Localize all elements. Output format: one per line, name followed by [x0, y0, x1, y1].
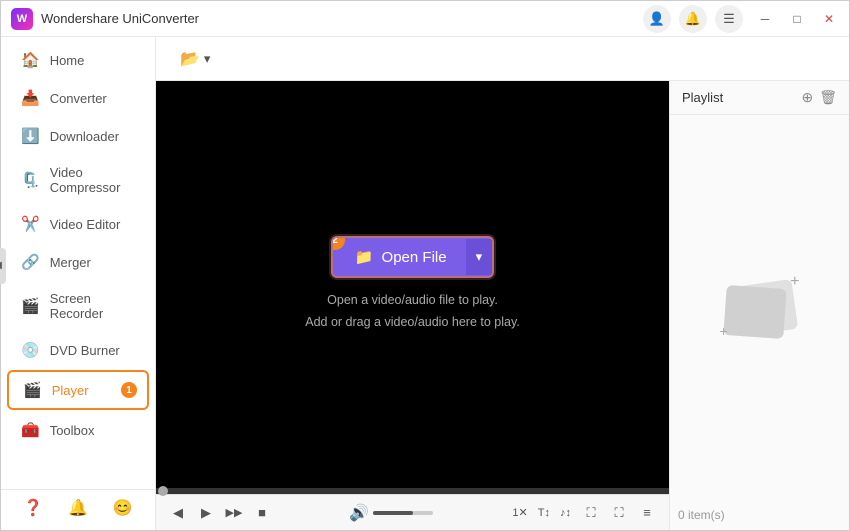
sidebar-item-merger[interactable]: 🔗 Merger [7, 244, 149, 280]
sidebar-item-home-label: Home [50, 53, 85, 68]
sidebar-item-home[interactable]: 🏠 Home [7, 42, 149, 78]
sidebar-item-merger-label: Merger [50, 255, 91, 270]
playlist-title: Playlist [682, 90, 723, 105]
plus-top-icon: + [790, 273, 799, 291]
merger-icon: 🔗 [21, 253, 40, 271]
open-file-button[interactable]: 2 📁 Open File ▾ [331, 236, 494, 278]
notification-icon[interactable]: 🔔 [68, 498, 88, 518]
open-file-dropdown[interactable]: ▾ [465, 239, 493, 275]
rewind-button[interactable]: ◀ [166, 501, 190, 525]
plus-bottom-icon: + [720, 323, 728, 339]
app-title: Wondershare UniConverter [41, 11, 643, 26]
playlist-add-icon[interactable]: ⊕ [801, 89, 813, 106]
maximize-button[interactable]: □ [787, 9, 807, 29]
minimize-button[interactable]: ─ [755, 9, 775, 29]
menu-icon[interactable]: ☰ [715, 5, 743, 33]
sidebar-item-screen-recorder[interactable]: 🎬 Screen Recorder [7, 282, 149, 330]
playlist-empty: + + [670, 115, 849, 500]
playlist-count: 0 item(s) [670, 500, 849, 530]
progress-thumb [158, 486, 168, 496]
playlist-delete-icon[interactable]: 🗑 [819, 89, 837, 106]
controls-bar: ◀ ▶ ▶▶ ■ 🔊 1✕ [156, 494, 669, 530]
right-panel: 📂 ▾ 2 📁 Open File [156, 37, 849, 530]
sidebar-item-toolbox-label: Toolbox [50, 423, 95, 438]
progress-bar[interactable] [156, 488, 669, 494]
open-file-main: 📁 Open File [333, 238, 465, 276]
volume-area: 🔊 [349, 503, 433, 523]
sidebar-item-converter-label: Converter [50, 91, 107, 106]
more-options-button[interactable]: ≡ [635, 501, 659, 525]
titlebar: W Wondershare UniConverter 👤 🔔 ☰ ─ □ ✕ [1, 1, 849, 37]
video-panel: 2 📁 Open File ▾ Open a video/audio file … [156, 81, 669, 530]
sidebar-item-compressor-label: Video Compressor [50, 165, 135, 195]
sidebar-item-video-compressor[interactable]: 🗜️ Video Compressor [7, 156, 149, 204]
player-area: 2 📁 Open File ▾ Open a video/audio file … [156, 81, 849, 530]
sidebar: 🏠 Home 📥 Converter ⬇️ Downloader 🗜️ Vide… [1, 37, 156, 530]
sidebar-bottom: ❓ 🔔 😊 [1, 489, 155, 526]
close-button[interactable]: ✕ [819, 9, 839, 29]
app-window: W Wondershare UniConverter 👤 🔔 ☰ ─ □ ✕ 🏠… [0, 0, 850, 531]
track-control[interactable]: T↕ [534, 505, 554, 521]
volume-icon[interactable]: 🔊 [349, 503, 369, 523]
hint-line1: Open a video/audio file to play. [305, 290, 520, 311]
playlist-panel: ◀ Playlist ⊕ 🗑 + + [669, 81, 849, 530]
sidebar-item-dvd-burner[interactable]: 💿 DVD Burner [7, 332, 149, 368]
downloader-icon: ⬇️ [21, 127, 40, 145]
hint-line2: Add or drag a video/audio here to play. [305, 312, 520, 333]
user-icon[interactable]: 👤 [643, 5, 671, 33]
sidebar-item-recorder-label: Screen Recorder [50, 291, 135, 321]
dvd-icon: 💿 [21, 341, 40, 359]
volume-slider[interactable] [373, 511, 433, 515]
stop-button[interactable]: ■ [250, 501, 274, 525]
titlebar-icon-group: 👤 🔔 ☰ ─ □ ✕ [643, 5, 839, 33]
recorder-icon: 🎬 [21, 297, 40, 315]
add-files-icon: 📂 [180, 49, 200, 69]
sidebar-item-player-label: Player [52, 383, 89, 398]
app-logo: W [11, 8, 33, 30]
add-files-button[interactable]: 📂 ▾ [170, 44, 220, 74]
folder-icon: 📁 [355, 248, 374, 266]
sidebar-item-editor-label: Video Editor [50, 217, 121, 232]
main-content: 🏠 Home 📥 Converter ⬇️ Downloader 🗜️ Vide… [1, 37, 849, 530]
converter-icon: 📥 [21, 89, 40, 107]
add-files-arrow: ▾ [204, 51, 211, 67]
home-icon: 🏠 [21, 51, 40, 69]
bell-icon[interactable]: 🔔 [679, 5, 707, 33]
sidebar-item-dvd-label: DVD Burner [50, 343, 120, 358]
sidebar-item-converter[interactable]: 📥 Converter [7, 80, 149, 116]
sidebar-item-toolbox[interactable]: 🧰 Toolbox [7, 412, 149, 448]
screenshot-button[interactable]: ⛶ [579, 501, 603, 525]
sidebar-item-video-editor[interactable]: ✂️ Video Editor [7, 206, 149, 242]
editor-icon: ✂️ [21, 215, 40, 233]
audio-control[interactable]: ♪↕ [556, 505, 575, 521]
compressor-icon: 🗜️ [21, 171, 40, 189]
player-badge: 1 [121, 382, 137, 398]
help-icon[interactable]: ❓ [23, 498, 43, 518]
sidebar-item-downloader-label: Downloader [50, 129, 119, 144]
sidebar-item-downloader[interactable]: ⬇️ Downloader [7, 118, 149, 154]
speed-controls: 1✕ T↕ ♪↕ [508, 504, 575, 521]
video-hint: Open a video/audio file to play. Add or … [305, 290, 520, 333]
empty-art: + + [720, 273, 800, 343]
playback-speed[interactable]: 1✕ [508, 504, 531, 521]
volume-fill [373, 511, 413, 515]
dropdown-arrow-icon: ▾ [476, 249, 483, 265]
play-button[interactable]: ▶ [194, 501, 218, 525]
forward-button[interactable]: ▶▶ [222, 501, 246, 525]
logo-text: W [17, 13, 27, 25]
video-main: 2 📁 Open File ▾ Open a video/audio file … [156, 81, 669, 488]
feedback-icon[interactable]: 😊 [113, 498, 133, 518]
toolbar: 📂 ▾ [156, 37, 849, 81]
fullscreen-button[interactable]: ⛶ [607, 501, 631, 525]
open-file-label: Open File [382, 249, 447, 266]
player-icon: 🎬 [23, 381, 42, 399]
playlist-header: Playlist ⊕ 🗑 [670, 81, 849, 115]
empty-card-2 [723, 284, 786, 338]
sidebar-item-player[interactable]: 🎬 Player 1 [7, 370, 149, 410]
playlist-icon-group: ⊕ 🗑 [801, 89, 837, 106]
toolbox-icon: 🧰 [21, 421, 40, 439]
